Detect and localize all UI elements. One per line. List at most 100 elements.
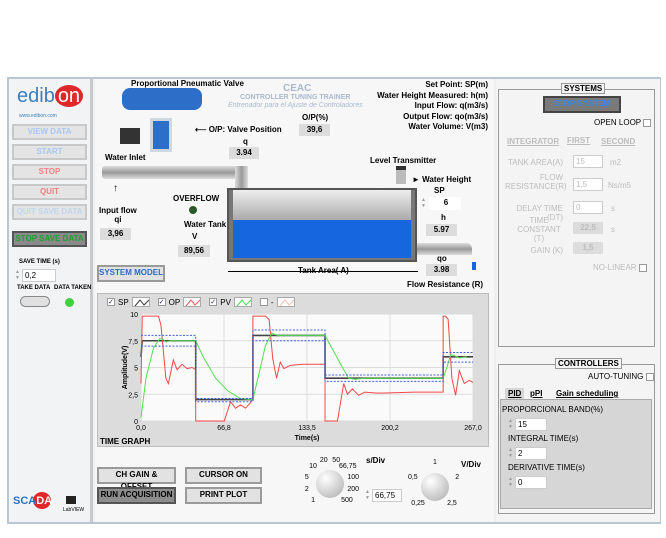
knob-tick-label: 1 — [311, 496, 315, 504]
print-plot-button[interactable]: PRINT PLOT — [185, 487, 262, 504]
legend-checkbox[interactable]: ✓ — [107, 298, 115, 306]
delay-time-input[interactable]: 0 — [573, 201, 603, 214]
time-graph-title: TIME GRAPH — [100, 437, 151, 446]
s-div-input[interactable]: 66,75 — [372, 489, 402, 502]
tab-first[interactable]: FIRST — [567, 136, 590, 145]
v-div-label: V/Div — [461, 460, 482, 469]
v-div-knob[interactable] — [421, 473, 449, 501]
run-acquisition-button[interactable]: RUN ACQUISITION — [97, 487, 176, 504]
time-constant-display: 22,5 — [573, 222, 603, 234]
view-data-button[interactable]: VIEW DATA — [12, 124, 87, 140]
knob-tick-label: 200 — [347, 486, 360, 494]
cursor-on-button[interactable]: CURSOR ON — [185, 467, 262, 484]
op-display: 39,6 — [299, 124, 330, 136]
td-spinner[interactable]: ▲ ▼ — [508, 476, 514, 489]
tab-gain-scheduling[interactable]: Gain scheduling — [556, 389, 618, 398]
ti-spinner[interactable]: ▲ ▼ — [508, 447, 514, 460]
system-model-button[interactable]: SYSTEM MODEL — [97, 265, 165, 282]
knob-tick-label: 10 — [309, 463, 317, 471]
sp-label: SP — [434, 186, 445, 195]
tab-pid[interactable]: PID — [505, 388, 525, 399]
input-arrow-icon: ↑ — [113, 183, 118, 194]
s-div-knob[interactable] — [316, 470, 344, 498]
y-tick-label: 7,5 — [128, 339, 138, 346]
legend-checkbox[interactable] — [259, 298, 268, 306]
no-linear[interactable]: NO-LINEAR — [593, 263, 647, 272]
pb-spinner[interactable]: ▲ ▼ — [508, 418, 514, 431]
no-linear-label: NO-LINEAR — [593, 263, 637, 272]
tank-area-label: Tank Area( A) — [298, 266, 349, 275]
quit-save-data-button[interactable]: QUIT SAVE DATA — [12, 204, 87, 220]
save-time-input[interactable]: 0,2 — [22, 269, 56, 282]
h-label: h — [441, 213, 446, 222]
controllers-title: CONTROLLERS — [555, 358, 622, 369]
tank-air — [233, 190, 411, 220]
ti-input[interactable]: 2 — [515, 447, 547, 460]
systems-title: SYSTEMS — [561, 83, 606, 94]
take-data-toggle[interactable] — [20, 296, 50, 307]
tab-integrator[interactable]: INTEGRATOR — [507, 137, 559, 146]
legend-checkbox[interactable]: ✓ — [157, 298, 166, 306]
legend-v: Water Volume: V(m3) — [408, 122, 488, 131]
knob-tick-label: 0,5 — [407, 473, 418, 481]
knob-tick-label: 1 — [433, 459, 437, 466]
knob-tick-label: 2 — [304, 486, 309, 494]
level-transmitter-label: Level Transmitter — [370, 156, 437, 165]
quit-button[interactable]: QUIT — [12, 184, 87, 200]
y-tick-label: 2,5 — [128, 392, 138, 399]
flow-resistance-input[interactable]: 1,5 — [573, 178, 603, 191]
outflow-water — [472, 262, 476, 270]
open-loop[interactable]: OPEN LOOP — [594, 118, 652, 127]
tab-ppi[interactable]: pPI — [530, 389, 542, 398]
water-height-label: ► Water Height — [412, 175, 472, 184]
stop-system-button[interactable]: STOP SYSTEM — [543, 96, 621, 113]
valve-position-label: ⟵ O/P: Valve Position — [195, 125, 282, 134]
auto-tuning-checkbox[interactable] — [645, 372, 654, 381]
open-loop-checkbox[interactable] — [643, 118, 652, 127]
variable-legend: Set Point: SP(m) Water Height Measured: … — [370, 80, 488, 133]
gain-label: GAIN (K) — [530, 246, 563, 255]
qi-display: 3,96 — [100, 228, 131, 240]
auto-tuning[interactable]: AUTO-TUNING — [588, 372, 654, 381]
sp-spinner[interactable]: ▲ ▼ — [421, 197, 427, 210]
stop-button[interactable]: STOP — [12, 164, 87, 180]
knob-tick-label: 100 — [347, 473, 360, 481]
pb-input[interactable]: 15 — [515, 418, 547, 431]
tab-second[interactable]: SECOND — [601, 137, 635, 146]
x-tick-label: 267,0 — [464, 425, 482, 432]
knob-tick-label: 0,25 — [411, 499, 425, 507]
knob-tick-label: 66,75 — [338, 463, 357, 471]
open-loop-label: OPEN LOOP — [594, 118, 641, 127]
tank-water — [233, 220, 411, 258]
sp-input[interactable]: 6 — [429, 197, 461, 210]
qi-text: qi — [114, 215, 122, 224]
labview-icon — [66, 496, 76, 504]
take-data-label: TAKE DATA — [17, 285, 51, 291]
knob-tick-label: 500 — [341, 496, 353, 504]
td-input[interactable]: 0 — [515, 476, 547, 489]
positioner-icon — [120, 128, 140, 144]
s-div-spinner[interactable]: ▲ ▼ — [365, 489, 371, 502]
ch-gain-offset-button[interactable]: CH GAIN & OFFSET — [97, 467, 176, 491]
scada-logo: SCADA — [13, 495, 53, 507]
qo-label: qo — [437, 254, 447, 263]
no-linear-checkbox[interactable] — [638, 263, 647, 272]
legend-h: Water Height Measured: h(m) — [377, 90, 488, 100]
overflow-label: OVERFLOW — [173, 194, 220, 203]
y-tick-label: 0 — [134, 419, 138, 426]
water-inlet-label: Water Inlet — [105, 153, 146, 162]
overflow-led — [189, 206, 197, 214]
time-graph[interactable]: 0,0 66,8 133,5 200,2 267,0 0 2,5 5 7,5 10 Time(s) A… — [97, 306, 489, 452]
data-taken-led — [65, 298, 74, 307]
q-label: q — [243, 137, 248, 146]
stop-save-data-button[interactable]: STOP SAVE DATA — [12, 231, 87, 247]
qo-display: 3.98 — [426, 264, 457, 276]
valve-actuator-icon — [122, 88, 202, 110]
legend-sp: Set Point: SP(m) — [425, 80, 488, 89]
save-time-spinner[interactable]: ▲ ▼ — [15, 269, 21, 282]
start-button[interactable]: START — [12, 144, 87, 160]
delay-time-unit: s — [611, 204, 615, 213]
x-tick-label: 200,2 — [381, 425, 399, 432]
tank-area-input[interactable]: 15 — [573, 155, 603, 168]
legend-checkbox[interactable]: ✓ — [209, 298, 218, 306]
